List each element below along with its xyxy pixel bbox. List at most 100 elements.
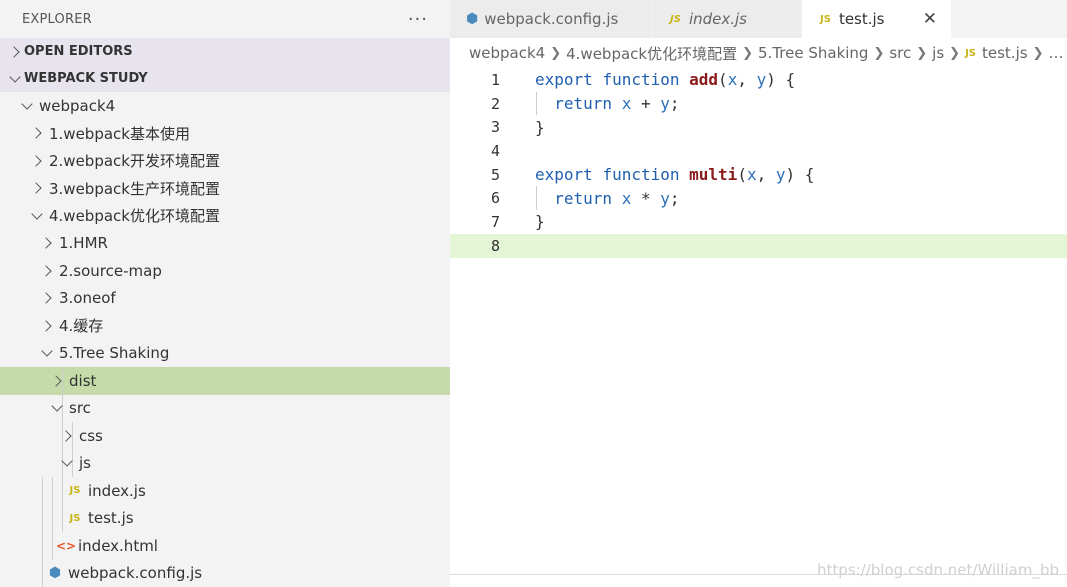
chevron-down-icon xyxy=(58,454,76,472)
code-line[interactable]: 2 return x + y; xyxy=(450,91,1067,116)
tree-item-label: test.js xyxy=(88,509,134,528)
code-text: } xyxy=(504,118,545,137)
breadcrumb-ellipsis[interactable]: … xyxy=(1048,44,1063,62)
code-line[interactable]: 3} xyxy=(450,115,1067,139)
line-number: 7 xyxy=(490,212,500,231)
code-line[interactable]: 1 export function add(x, y) { xyxy=(450,68,1067,92)
tree-item-label: webpack.config.js xyxy=(68,564,203,583)
chevron-right-icon: ❯ xyxy=(916,45,928,61)
code-line[interactable]: 5 export function multi(x, y) { xyxy=(450,163,1067,187)
chevron-right-icon xyxy=(38,289,56,307)
indent-guide xyxy=(62,477,63,505)
tree-folder-item[interactable]: webpack4 xyxy=(0,92,450,120)
explorer-header: EXPLORER ··· xyxy=(0,0,450,38)
js-icon: JS xyxy=(69,485,81,497)
chevron-right-icon xyxy=(48,372,66,390)
tree-folder-item[interactable]: css xyxy=(0,422,450,450)
code-token: y xyxy=(660,188,670,208)
file-tree: webpack4 1.webpack基本使用 2.webpack开发环境配置 3.we… xyxy=(0,92,450,587)
code-token: ) { xyxy=(785,165,815,185)
tree-folder-item[interactable]: 1.HMR xyxy=(0,230,450,258)
tree-folder-item[interactable]: 3.webpack生产环境配置 xyxy=(0,175,450,203)
code-token: x xyxy=(746,165,757,185)
watermark: https://blog.csdn.net/William_bb xyxy=(817,561,1059,579)
code-token: y xyxy=(660,94,670,114)
line-number: 6 xyxy=(490,189,500,208)
code-token: } xyxy=(535,117,545,137)
tree-folder-item[interactable]: 1.webpack基本使用 xyxy=(0,120,450,148)
tab-index-js[interactable]: JS index.js xyxy=(652,0,802,38)
breadcrumb-item[interactable]: test.js xyxy=(982,44,1028,62)
tree-item-label: 2.source-map xyxy=(59,261,162,280)
code-token: } xyxy=(535,212,545,232)
code-line[interactable]: 6 return x * y; xyxy=(450,186,1067,211)
code-line[interactable]: 4 xyxy=(450,139,1067,163)
indent-guide xyxy=(536,91,537,116)
editor-area: ⬢ webpack.config.js JS index.js JS test.… xyxy=(450,0,1067,587)
tree-folder-item[interactable]: src xyxy=(0,394,450,422)
tree-folder-item[interactable]: 2.source-map xyxy=(0,257,450,285)
close-icon[interactable]: ✕ xyxy=(923,9,937,29)
code-token: function xyxy=(602,70,680,90)
tree-item-label: 4.缓存 xyxy=(59,317,104,336)
tree-item-label: css xyxy=(79,426,103,445)
workspace-label: WEBPACK STUDY xyxy=(24,71,148,86)
indent-guide xyxy=(536,186,537,211)
breadcrumb-item[interactable]: 5.Tree Shaking xyxy=(758,44,868,62)
code-line[interactable]: 8 xyxy=(450,233,1067,258)
chevron-right-icon: ❯ xyxy=(1032,45,1044,61)
code-token: add xyxy=(689,70,719,90)
tree-folder-item[interactable]: 5.Tree Shaking xyxy=(0,340,450,368)
tab-label: webpack.config.js xyxy=(484,10,619,28)
webpack-cube-icon: ⬢ xyxy=(48,565,62,582)
tree-folder-item[interactable]: dist xyxy=(0,367,450,395)
code-text: export function multi(x, y) { xyxy=(504,165,814,184)
tree-folder-item[interactable]: 2.webpack开发环境配置 xyxy=(0,147,450,175)
code-token: function xyxy=(602,165,680,185)
chevron-down-icon xyxy=(48,399,66,417)
tree-file-item[interactable]: JS test.js xyxy=(0,504,450,532)
tree-item-label: webpack4 xyxy=(39,96,116,115)
breadcrumb-item[interactable]: 4.webpack优化环境配置 xyxy=(566,43,737,64)
code-token: , xyxy=(737,70,757,90)
code-token: export xyxy=(535,70,593,90)
breadcrumb-item[interactable]: js xyxy=(932,44,944,62)
chevron-down-icon xyxy=(38,344,56,362)
indent-guide xyxy=(52,504,53,532)
tree-folder-item[interactable]: 3.oneof xyxy=(0,285,450,313)
tree-file-item[interactable]: ⬢ webpack.config.js xyxy=(0,559,450,587)
code-token: y xyxy=(775,165,786,185)
tree-folder-item[interactable]: js xyxy=(0,449,450,477)
chevron-right-icon xyxy=(6,43,24,61)
tree-folder-item[interactable]: 4.缓存 xyxy=(0,312,450,340)
open-editors-section[interactable]: OPEN EDITORS xyxy=(0,38,450,65)
more-actions-icon[interactable]: ··· xyxy=(408,9,428,30)
code-token: ) { xyxy=(766,70,796,90)
tree-file-item[interactable]: <> index.html xyxy=(0,532,450,560)
code-token: multi xyxy=(689,165,738,185)
breadcrumb-item[interactable]: webpack4 xyxy=(469,44,545,62)
chevron-right-icon xyxy=(28,124,46,142)
tab-webpack-config[interactable]: ⬢ webpack.config.js xyxy=(450,0,652,38)
code-token: ; xyxy=(669,94,680,114)
tree-file-item[interactable]: JS index.js xyxy=(0,477,450,505)
chevron-right-icon xyxy=(38,262,56,280)
tab-test-js[interactable]: JS test.js ✕ xyxy=(802,0,952,38)
code-line[interactable]: 7} xyxy=(450,210,1067,234)
tree-folder-item[interactable]: 4.webpack优化环境配置 xyxy=(0,202,450,230)
chevron-right-icon xyxy=(28,152,46,170)
line-number: 1 xyxy=(490,70,500,89)
chevron-right-icon xyxy=(58,427,76,445)
code-token: x xyxy=(621,188,632,208)
chevron-right-icon xyxy=(28,179,46,197)
chevron-right-icon: ❯ xyxy=(550,45,562,61)
code-editor[interactable]: 1 export function add(x, y) {2 return x +… xyxy=(450,68,1067,258)
indent-guide xyxy=(42,532,43,560)
chevron-right-icon: ❯ xyxy=(949,45,961,61)
workspace-section[interactable]: WEBPACK STUDY xyxy=(0,65,450,92)
breadcrumb-item[interactable]: src xyxy=(889,44,911,62)
tree-item-label: 2.webpack开发环境配置 xyxy=(49,152,220,171)
